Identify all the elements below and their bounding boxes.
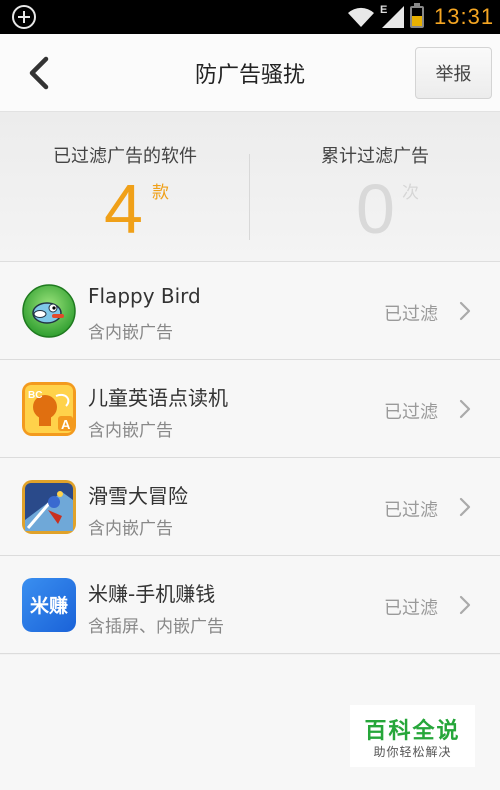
kids-english-icon: BC A [22,382,76,436]
filter-status: 已过滤 [384,500,438,521]
battery-icon [410,3,424,28]
filtered-apps-stat: 已过滤广告的软件 4 款 [0,112,250,262]
filter-status: 已过滤 [384,402,438,423]
status-bar: E 13:31 [0,0,500,34]
total-filtered-count: 0 [356,170,395,248]
signal-icon [382,6,404,28]
list-item[interactable]: 滑雪大冒险 含内嵌广告 已过滤 [0,458,500,556]
filter-status: 已过滤 [384,304,438,325]
add-circle-icon [12,5,36,29]
flappy-bird-icon [22,284,76,338]
app-name: 滑雪大冒险 [88,484,188,508]
status-time: 13:31 [434,4,495,29]
app-name: Flappy Bird [88,284,201,308]
app-name: 儿童英语点读机 [88,386,228,410]
app-ad-type: 含内嵌广告 [88,519,173,539]
watermark-subtitle: 助你轻松解决 [373,745,452,759]
total-filtered-label: 累计过滤广告 [321,146,429,167]
filtered-apps-label: 已过滤广告的软件 [53,146,197,167]
list-item[interactable]: 米赚 米赚-手机赚钱 含插屏、内嵌广告 已过滤 [0,556,500,654]
svg-text:A: A [61,417,71,432]
ski-adventure-icon [22,480,76,534]
filtered-apps-count: 4 [104,170,143,248]
filtered-apps-unit: 款 [152,183,169,203]
list-item[interactable]: Flappy Bird 含内嵌广告 已过滤 [0,262,500,360]
stats-panel: 已过滤广告的软件 4 款 累计过滤广告 0 次 [0,112,500,262]
filtered-app-list: Flappy Bird 含内嵌广告 已过滤 BC A 儿童英语点读机 含内嵌广告… [0,262,500,654]
watermark-logo: 百科全说 助你轻松解决 [350,705,475,767]
svg-text:BC: BC [28,390,42,401]
report-button[interactable]: 举报 [415,47,492,99]
chevron-right-icon [459,399,471,419]
total-filtered-stat: 累计过滤广告 0 次 [250,112,500,262]
chevron-right-icon [459,595,471,615]
title-bar: 防广告骚扰 举报 [0,34,500,112]
mizhuan-icon: 米赚 [22,578,76,632]
app-ad-type: 含内嵌广告 [88,323,173,343]
app-ad-type: 含内嵌广告 [88,421,173,441]
filter-status: 已过滤 [384,598,438,619]
chevron-right-icon [459,301,471,321]
svg-text:米赚: 米赚 [30,594,68,617]
app-ad-type: 含插屏、内嵌广告 [88,617,224,637]
chevron-right-icon [459,497,471,517]
watermark-title: 百科全说 [364,719,461,744]
total-filtered-unit: 次 [402,183,419,203]
wifi-icon [348,7,374,27]
app-name: 米赚-手机赚钱 [88,582,216,606]
list-item[interactable]: BC A 儿童英语点读机 含内嵌广告 已过滤 [0,360,500,458]
